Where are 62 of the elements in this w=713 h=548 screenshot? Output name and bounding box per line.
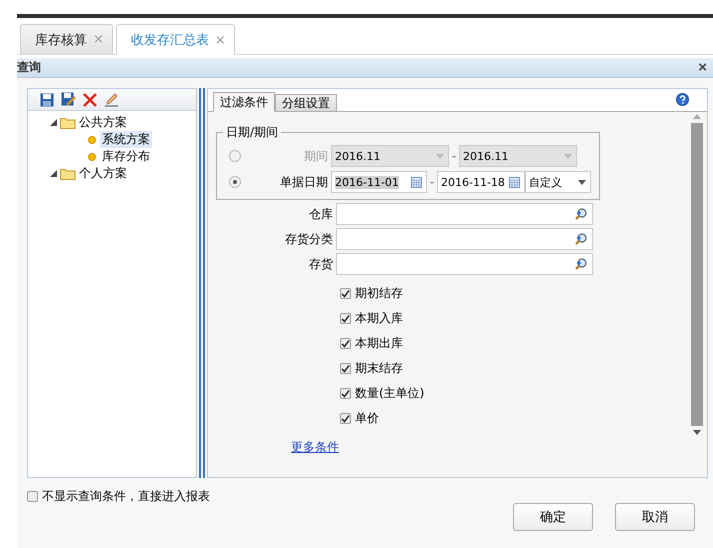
more-conditions-link[interactable]: 更多条件 — [291, 439, 339, 456]
field-label: 存货分类 — [284, 230, 334, 248]
tree-item[interactable]: 个人方案 — [79, 165, 127, 182]
save-icon[interactable] — [40, 92, 54, 106]
save-as-icon[interactable] — [61, 92, 76, 107]
checkbox[interactable] — [340, 363, 351, 374]
checkbox[interactable] — [340, 338, 351, 349]
tab[interactable]: 库存核算 × — [20, 24, 113, 54]
range-separator: - — [450, 149, 458, 163]
dialog-button[interactable]: 取消 — [615, 503, 695, 531]
option-label: 期末结存 — [355, 360, 403, 377]
field-label: 仓库 — [308, 206, 334, 222]
option-label: 本期出库 — [355, 335, 403, 352]
group-title: 日期/期间 — [225, 124, 280, 141]
dialog-title: 查询 — [17, 59, 41, 76]
folder-icon — [60, 167, 76, 180]
range-dropdown[interactable]: 自定义 — [525, 171, 591, 193]
option-label: 期初结存 — [355, 285, 403, 302]
scrollbar-thumb[interactable] — [691, 123, 703, 426]
folder-icon — [60, 116, 76, 129]
field-label: 存货 — [308, 256, 334, 272]
checkbox[interactable] — [340, 388, 351, 399]
checkbox[interactable] — [340, 313, 351, 324]
close-button[interactable]: × — [698, 59, 707, 76]
checkbox[interactable] — [340, 413, 351, 424]
expand-arrow-icon[interactable] — [50, 119, 57, 126]
option-label: 数量(主单位) — [355, 385, 424, 402]
field-label: 期间 — [303, 148, 329, 164]
tab[interactable]: 过滤条件 — [213, 92, 275, 112]
expand-arrow-icon[interactable] — [50, 170, 57, 177]
help-icon[interactable] — [676, 93, 689, 106]
dropdown-arrow-icon[interactable] — [578, 180, 586, 184]
option-label: 单价 — [355, 410, 379, 427]
scroll-down-arrow-icon[interactable] — [693, 430, 701, 435]
splitter[interactable] — [197, 88, 207, 478]
tree-item[interactable]: 库存分布 — [100, 148, 152, 165]
bullet-icon — [88, 152, 96, 160]
search-plus-icon[interactable] — [574, 207, 588, 221]
search-plus-icon[interactable] — [574, 257, 588, 271]
input-field[interactable] — [336, 228, 593, 250]
option-label: 不显示查询条件，直接进入报表 — [42, 488, 210, 505]
checkbox[interactable] — [340, 288, 351, 299]
input-field[interactable] — [336, 203, 593, 225]
tree-item[interactable]: 公共方案 — [79, 114, 127, 131]
checkbox[interactable] — [27, 491, 38, 502]
tab[interactable]: 收发存汇总表 × — [116, 24, 235, 55]
search-plus-icon[interactable] — [574, 232, 588, 246]
calendar-icon[interactable] — [509, 176, 520, 188]
radio-button[interactable] — [229, 176, 241, 188]
field-label: 单据日期 — [279, 174, 329, 190]
dialog-button[interactable]: 确定 — [513, 503, 593, 531]
delete-icon[interactable] — [83, 92, 97, 106]
bullet-icon — [88, 136, 96, 144]
date-field[interactable]: 2016-11-18 — [437, 171, 525, 193]
calendar-icon[interactable] — [411, 176, 422, 188]
range-separator: - — [428, 175, 436, 189]
tree-item[interactable]: 系统方案 — [100, 131, 152, 148]
option-label: 本期入库 — [355, 310, 403, 327]
edit-icon[interactable] — [104, 92, 119, 107]
tab[interactable]: 分组设置 — [275, 94, 337, 112]
date-field[interactable]: 2016-11-01 — [331, 171, 427, 193]
input-field[interactable] — [336, 253, 593, 275]
